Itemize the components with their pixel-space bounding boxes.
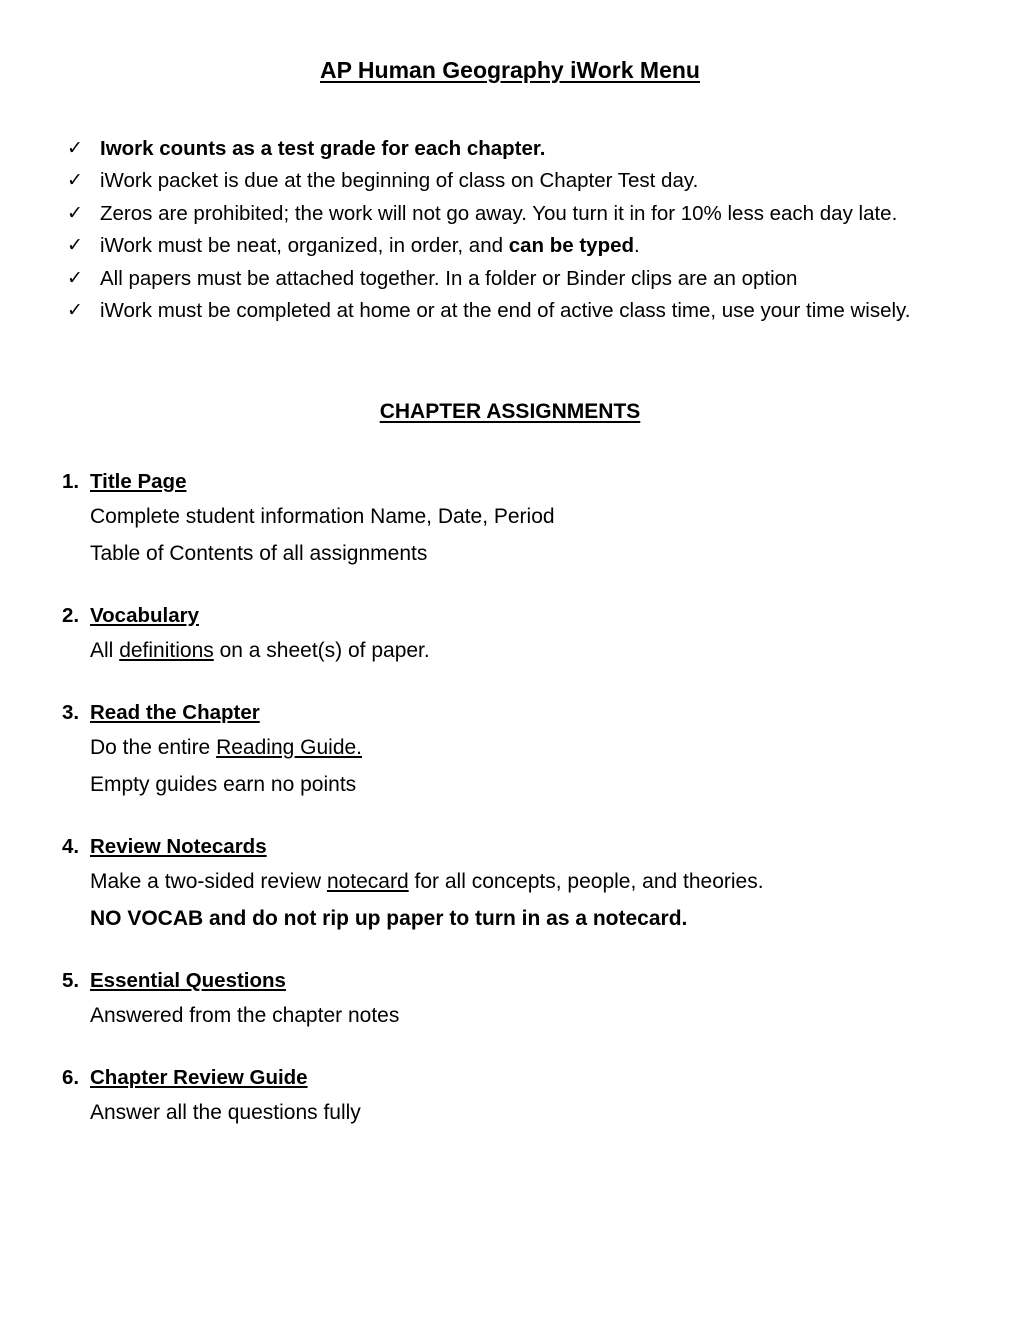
rule-item: ✓ iWork packet is due at the beginning of…	[67, 165, 958, 198]
checkmark-icon: ✓	[67, 170, 83, 192]
rules-checklist: ✓ Iwork counts as a test grade for each c…	[62, 133, 958, 328]
assignment-detail-line: Empty guides earn no points	[90, 772, 357, 796]
assignment-title: Title Page	[90, 469, 187, 493]
page-title-text: AP Human Geography iWork Menu	[320, 57, 700, 83]
assignment-number: 3.	[62, 700, 80, 724]
assignment-heading: 3. Read the Chapter	[62, 697, 958, 729]
page-title: AP Human Geography iWork Menu	[62, 56, 958, 85]
assignment-detail-underline: Reading Guide.	[216, 735, 363, 759]
assignment-heading: 2. Vocabulary	[62, 600, 958, 632]
assignment-number: 1.	[62, 469, 80, 493]
assignment-detail-line: Table of Contents of all assignments	[90, 541, 428, 565]
assignment-detail-line: NO VOCAB and do not rip up paper to turn…	[90, 906, 688, 930]
assignment-item: 1. Title Page Complete student information…	[62, 466, 958, 572]
checkmark-icon: ✓	[67, 137, 83, 159]
assignment-detail-underline: definitions	[119, 638, 214, 662]
section-heading-text: CHAPTER ASSIGNMENTS	[379, 399, 641, 423]
rule-item-text: All papers must be attached together. In…	[100, 266, 798, 290]
assignment-number: 5.	[62, 968, 80, 992]
rule-item: ✓ All papers must be attached together. I…	[67, 263, 958, 296]
rule-item: ✓ Zeros are prohibited; the work will not…	[67, 198, 958, 231]
assignments-list: 1. Title Page Complete student information…	[62, 466, 958, 1131]
assignment-detail-line: Answer all the questions fully	[90, 1100, 361, 1124]
assignment-title: Vocabulary	[90, 603, 199, 627]
assignment-item: 6. Chapter Review Guide Answer all the que…	[62, 1062, 958, 1131]
assignment-heading: 1. Title Page	[62, 466, 958, 498]
rule-item-text: Zeros are prohibited; the work will not …	[100, 201, 898, 225]
assignment-heading: 4. Review Notecards	[62, 831, 958, 863]
rule-item-text: iWork packet is due at the beginning of …	[100, 169, 699, 193]
assignment-number: 2.	[62, 603, 80, 627]
assignment-item: 2. Vocabulary All definitions on a sheet(…	[62, 600, 958, 669]
assignment-detail-line: All definitions on a sheet(s) of paper.	[90, 638, 430, 662]
assignment-title: Review Notecards	[90, 834, 267, 858]
assignment-item: 5. Essential Questions Answered from the c…	[62, 965, 958, 1034]
assignment-number: 6.	[62, 1065, 80, 1089]
document-page: AP Human Geography iWork Menu ✓ Iwork cou…	[0, 0, 1020, 1320]
assignment-heading: 6. Chapter Review Guide	[62, 1062, 958, 1094]
checkmark-icon: ✓	[67, 235, 83, 257]
rule-item: ✓ iWork must be neat, organized, in order…	[67, 230, 958, 263]
section-heading: CHAPTER ASSIGNMENTS	[62, 400, 958, 424]
assignment-number: 4.	[62, 834, 80, 858]
checkmark-icon: ✓	[67, 202, 83, 224]
assignment-title: Essential Questions	[90, 968, 286, 992]
assignment-item: 3. Read the Chapter Do the entire Reading …	[62, 697, 958, 803]
checkmark-icon: ✓	[67, 300, 83, 322]
rule-item-text: Iwork counts as a test grade for each ch…	[100, 136, 546, 160]
assignment-heading: 5. Essential Questions	[62, 965, 958, 997]
assignment-detail-line: Complete student information Name, Date,…	[90, 504, 555, 528]
assignment-title: Read the Chapter	[90, 700, 260, 724]
assignment-detail-line: Make a two-sided review notecard for all…	[90, 869, 764, 893]
assignment-title: Chapter Review Guide	[90, 1065, 308, 1089]
assignment-item: 4. Review Notecards Make a two-sided revie…	[62, 831, 958, 937]
rule-item-emphasis: can be typed	[508, 234, 635, 258]
rule-item-text: iWork must be completed at home or at th…	[100, 299, 911, 323]
checkmark-icon: ✓	[67, 267, 83, 289]
rule-item: ✓ iWork must be completed at home or at t…	[67, 295, 958, 328]
rule-item: ✓ Iwork counts as a test grade for each c…	[67, 133, 958, 166]
assignment-detail-underline: notecard	[326, 869, 409, 893]
rule-item-text: iWork must be neat, organized, in order,…	[100, 234, 640, 258]
assignment-detail-line: Do the entire Reading Guide.	[90, 735, 363, 759]
assignment-detail-line: Answered from the chapter notes	[90, 1003, 400, 1027]
